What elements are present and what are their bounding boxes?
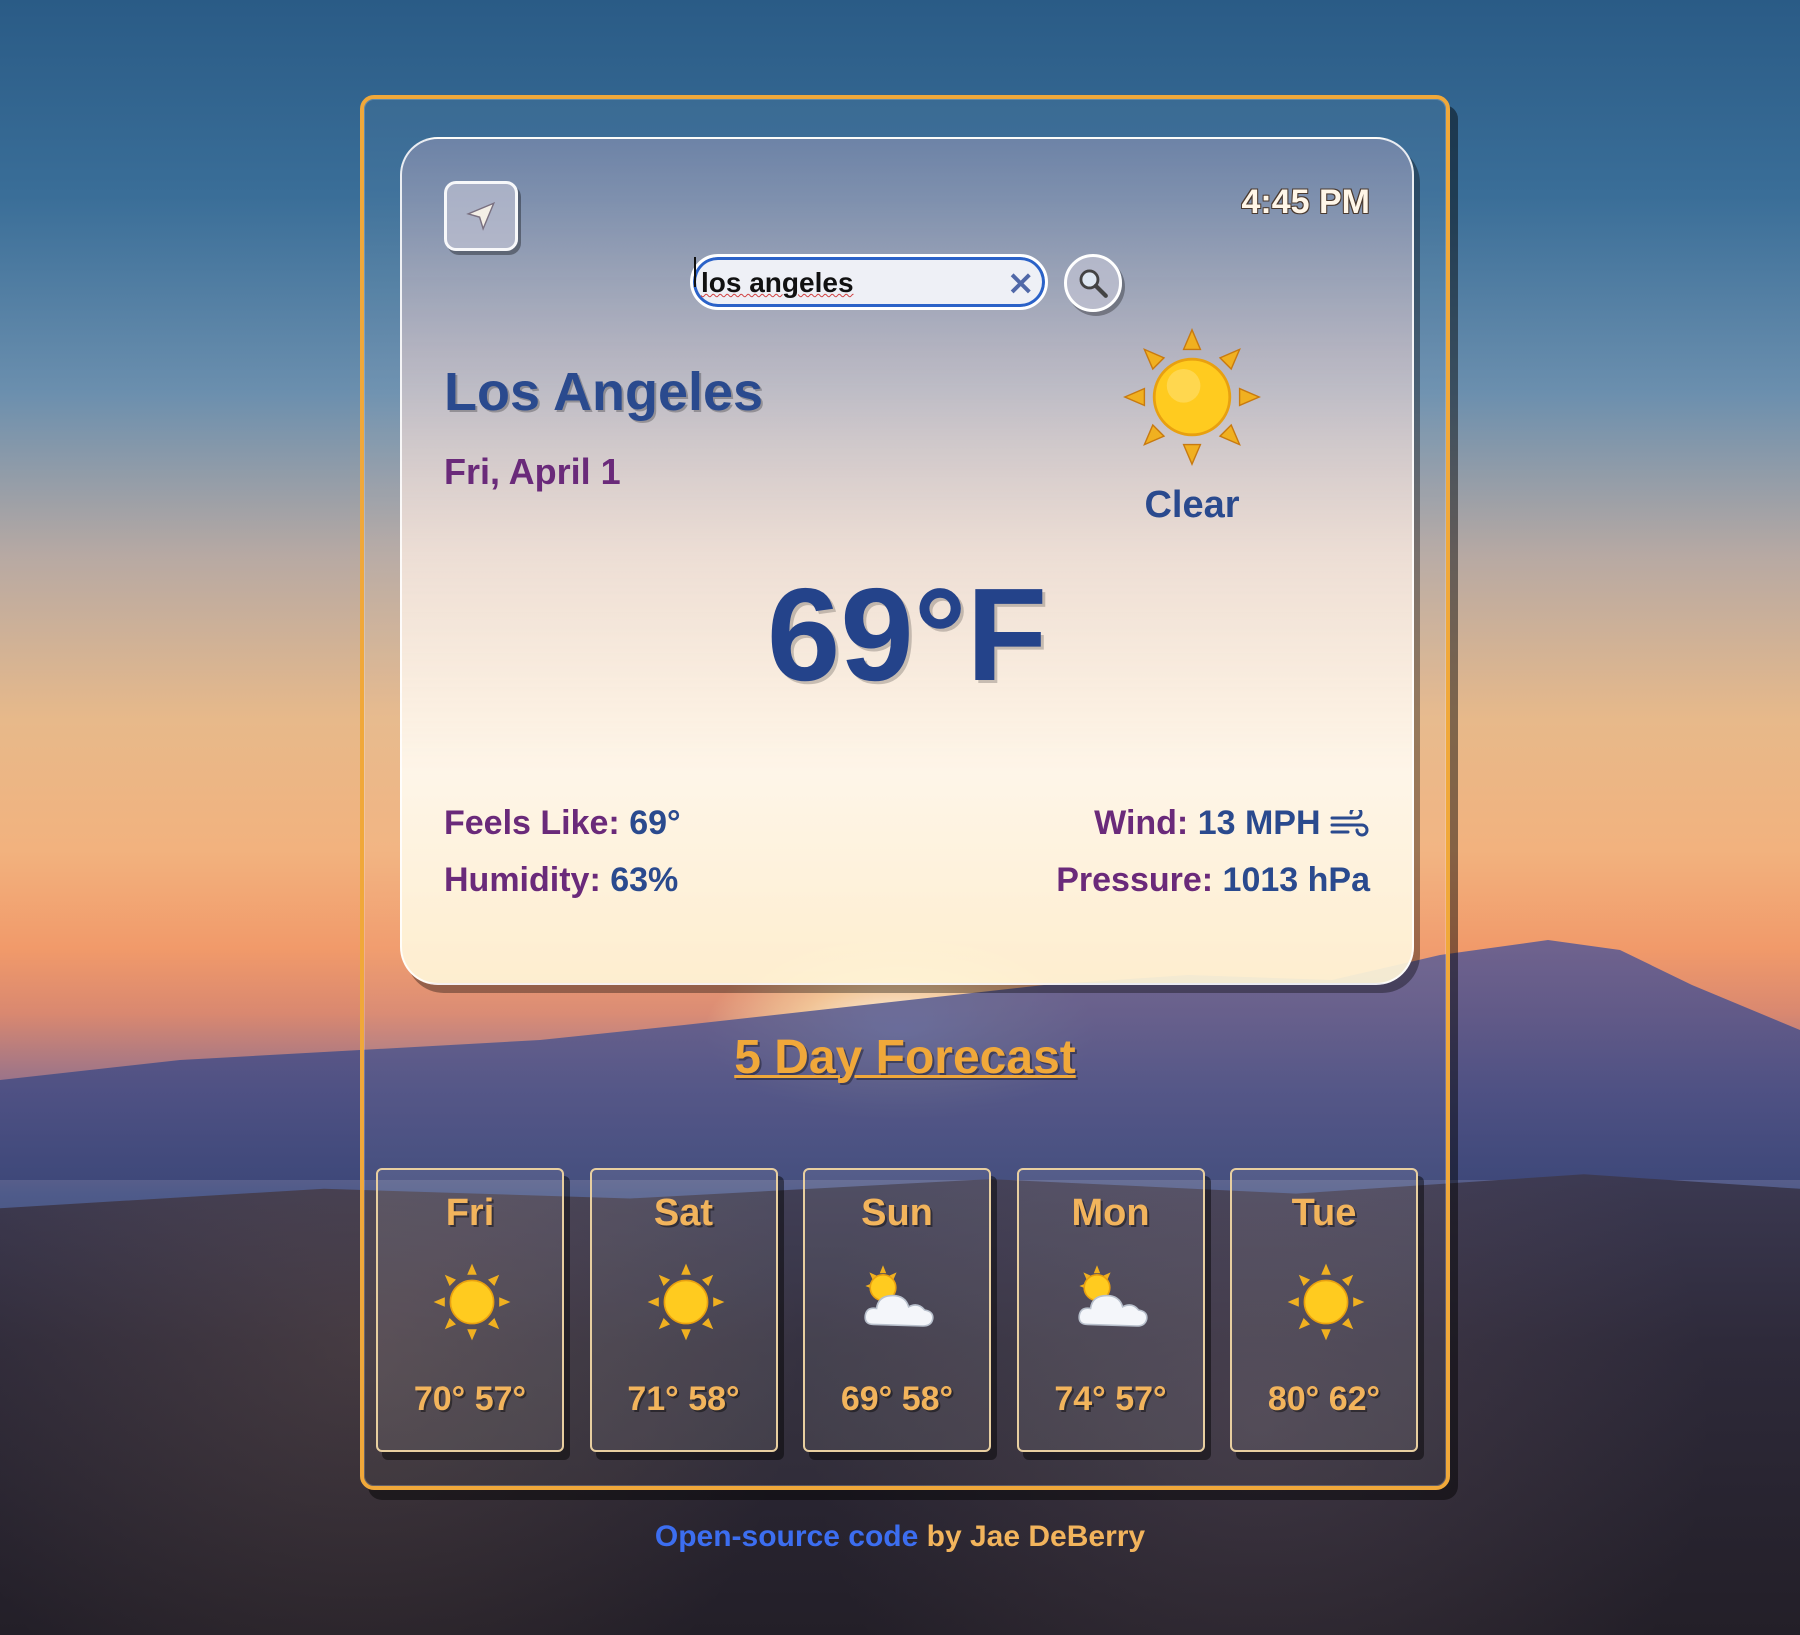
pressure-value: 1013 hPa [1222, 861, 1370, 899]
text-caret [694, 257, 696, 287]
sun-behind-cloud-icon [1077, 1265, 1148, 1327]
current-location-button[interactable] [444, 181, 518, 251]
footer: Open-source code by Jae DeBerry [0, 1520, 1800, 1554]
city-search-input[interactable]: los angeles × [690, 254, 1048, 310]
humidity-value: 63% [610, 861, 679, 899]
forecast-day-card: Fri 70° 57° [376, 1168, 564, 1452]
location-arrow-icon [466, 201, 496, 231]
wind-label: Wind: [1094, 804, 1189, 842]
pressure-label: Pressure: [1056, 861, 1214, 899]
forecast-day-name: Fri [445, 1192, 495, 1234]
sun-behind-cloud-icon [864, 1265, 934, 1327]
sun-icon [1287, 1263, 1365, 1341]
forecast-day-temps: 71° 58° [627, 1380, 740, 1418]
pressure: Pressure: 1013 hPa [1056, 861, 1370, 900]
forecast-day-card: Sun 69° 58° [803, 1168, 991, 1452]
clear-search-icon[interactable]: × [1007, 263, 1036, 303]
feels-like: Feels Like: 69° [444, 804, 681, 843]
forecast-day-card: Mon 74° 57° [1016, 1168, 1205, 1452]
forecast-day-card: Tue 80° 62° [1230, 1168, 1418, 1452]
humidity-label: Humidity: [444, 861, 601, 899]
local-time: 4:45 PM [1241, 183, 1371, 221]
forecast-day-name: Tue [1291, 1192, 1357, 1234]
sun-icon [433, 1263, 511, 1341]
current-date: Fri, April 1 [444, 451, 621, 492]
humidity: Humidity: 63% [444, 861, 678, 900]
search-input-value: los angeles [701, 267, 854, 298]
forecast-day-temps: 74° 57° [1054, 1380, 1167, 1418]
forecast-day-temps: 70° 57° [413, 1380, 527, 1418]
wind-value: 13 MPH [1197, 804, 1321, 842]
forecast-list: Fri 70° 57° Sat 71° 58° Sun 69° 58° Mon … [376, 1168, 1418, 1452]
weather-condition: Clear [1144, 484, 1240, 526]
forecast-title: 5 Day Forecast [734, 1031, 1076, 1084]
current-temperature: 69°F [766, 561, 1048, 708]
feels-like-value: 69° [629, 804, 681, 842]
wind: Wind: 13 MPH [1094, 804, 1370, 843]
forecast-day-temps: 80° 62° [1267, 1380, 1381, 1418]
forecast-day-temps: 69° 58° [840, 1380, 954, 1418]
forecast-day-name: Sat [653, 1192, 714, 1234]
open-source-link[interactable]: Open-source code [655, 1520, 918, 1553]
wind-icon [1330, 806, 1369, 837]
feels-like-label: Feels Like: [444, 804, 620, 842]
forecast-day-name: Mon [1071, 1192, 1150, 1234]
search-button[interactable] [1064, 254, 1122, 312]
forecast-day-card: Sat 71° 58° [589, 1168, 778, 1452]
forecast-day-name: Sun [861, 1192, 933, 1234]
sun-icon [647, 1263, 724, 1341]
city-name: Los Angeles [444, 362, 764, 422]
author-credit: by Jae DeBerry [926, 1520, 1146, 1553]
sun-icon [1123, 328, 1261, 466]
magnifier-icon [1079, 269, 1108, 298]
current-weather-panel: 4:45 PM los angeles × Los Angeles Fri, A… [400, 137, 1414, 985]
